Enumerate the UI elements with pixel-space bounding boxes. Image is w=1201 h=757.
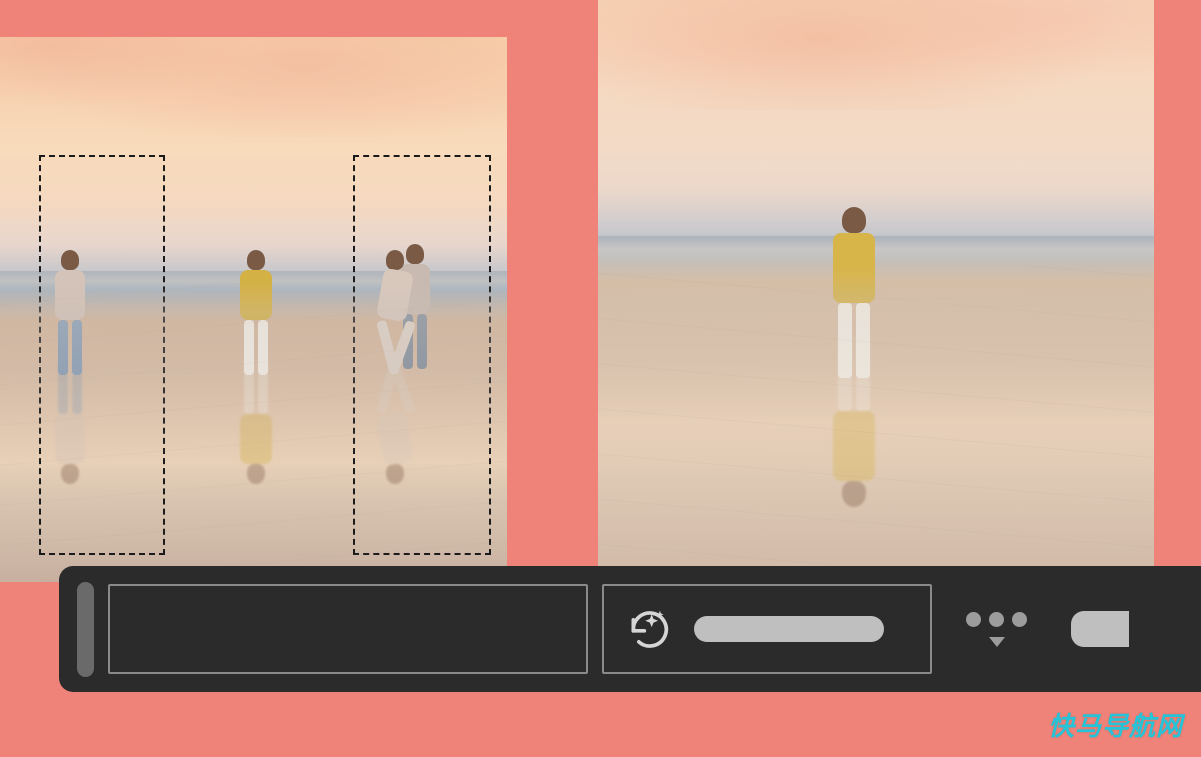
generative-fill-toolbar xyxy=(59,566,1201,692)
person-figure-result xyxy=(833,207,875,378)
person-reflection-2 xyxy=(240,359,272,484)
prompt-text-input[interactable] xyxy=(108,584,588,674)
person-figure-2 xyxy=(240,250,272,375)
more-options-icon xyxy=(966,612,1027,627)
toolbar-drag-handle[interactable] xyxy=(77,582,94,677)
horizon-line xyxy=(598,236,1154,261)
generate-button-group[interactable] xyxy=(602,584,932,674)
toolbar-end-control[interactable] xyxy=(1071,611,1129,647)
source-photo[interactable] xyxy=(0,37,507,582)
watermark-text: 快马导航网 xyxy=(1048,706,1183,743)
generate-button-label xyxy=(694,616,884,642)
result-photo[interactable] xyxy=(598,0,1154,590)
chevron-down-icon xyxy=(989,637,1005,647)
selection-box-1[interactable] xyxy=(39,155,165,555)
sparkle-refresh-icon xyxy=(626,607,670,651)
selection-box-2[interactable] xyxy=(353,155,491,555)
more-options-group[interactable] xyxy=(966,612,1027,647)
person-reflection-1 xyxy=(55,359,85,484)
person-reflection-result xyxy=(833,336,875,507)
person-reflection-3 xyxy=(380,359,410,484)
